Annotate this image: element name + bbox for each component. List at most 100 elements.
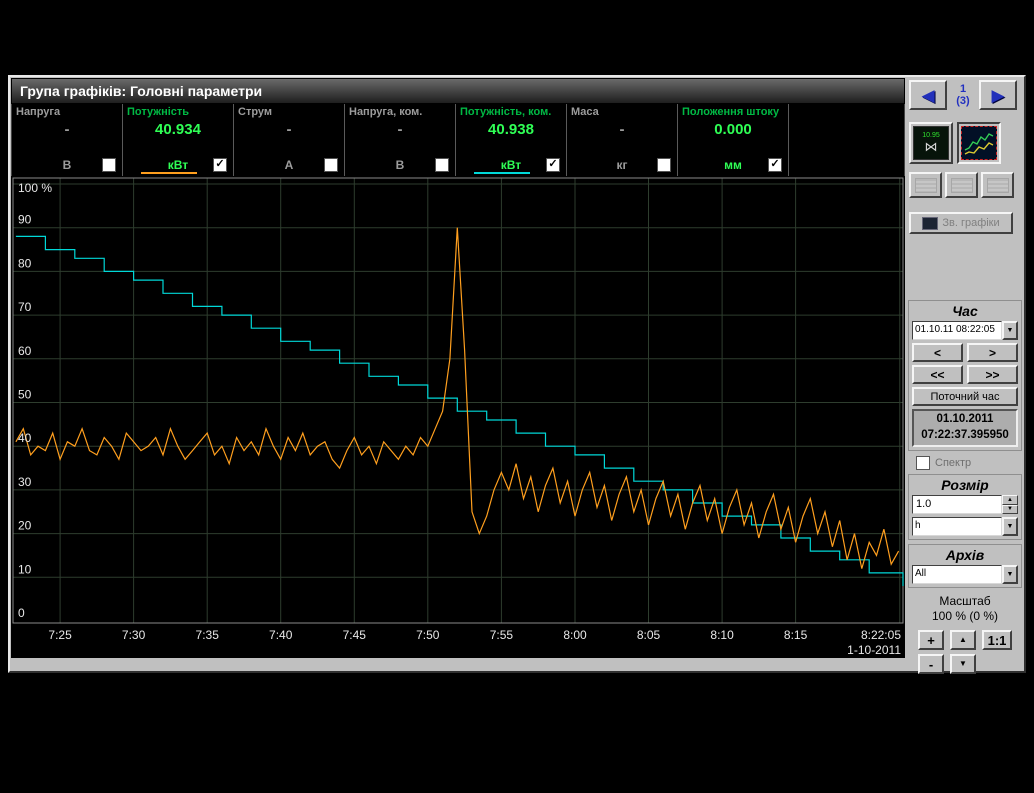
svg-text:8:22:05: 8:22:05 [861, 628, 901, 642]
archive-value[interactable]: All [912, 565, 1002, 584]
pan-down-button[interactable]: ▼ [950, 654, 976, 674]
svg-text:7:25: 7:25 [48, 628, 72, 642]
size-decrease-button[interactable]: ▼ [1002, 505, 1018, 515]
size-spinner: 1.0 ▲ ▼ [912, 495, 1018, 514]
scale-buttons: + ▲ 1:1 - ▼ [908, 630, 1022, 674]
series-color-bar [141, 172, 197, 174]
svg-text:10: 10 [18, 562, 32, 576]
series-color-bar [363, 172, 419, 174]
channel-visibility-checkbox[interactable] [324, 158, 338, 172]
channel-tile: Напруга - В [12, 104, 123, 176]
channel-visibility-checkbox[interactable] [102, 158, 116, 172]
tool-button-3[interactable] [981, 172, 1014, 198]
size-value-field[interactable]: 1.0 [912, 495, 1002, 514]
display-time: 07:22:37.395950 [914, 427, 1016, 443]
channel-footer: А [238, 156, 340, 173]
channel-value: 40.938 [460, 121, 562, 138]
time-jump-back-button[interactable]: << [912, 365, 963, 384]
arrow-left-icon: ◀ [921, 87, 934, 104]
graph-area: Група графіків: Головні параметри Напруг… [10, 77, 906, 671]
svg-text:20: 20 [18, 519, 32, 533]
archive-section-header: Архів [912, 548, 1018, 563]
channel-visibility-checkbox[interactable]: ✓ [768, 158, 782, 172]
size-spin-buttons: ▲ ▼ [1002, 495, 1018, 514]
trend-chart[interactable]: 100 %90807060504030201007:257:307:357:40… [11, 176, 905, 658]
linked-graphs-icon [922, 217, 938, 230]
size-unit-dropdown-button[interactable]: ▼ [1002, 517, 1018, 536]
series-color-bar [585, 172, 641, 174]
time-step-back-button[interactable]: < [912, 343, 963, 362]
channel-visibility-checkbox[interactable] [435, 158, 449, 172]
channel-tile: Потужність 40.934 кВт ✓ [123, 104, 234, 176]
table-icon [951, 178, 973, 193]
svg-text:100 %: 100 % [18, 181, 52, 195]
graphs-view-icon [961, 126, 997, 160]
size-section-header: Розмір [912, 478, 1018, 493]
channel-footer: кВт ✓ [127, 156, 229, 173]
channel-label: Потужність, ком. [460, 106, 562, 118]
tool-button-row [909, 172, 1021, 198]
view-switch-row: 10.95 ⋈ [909, 122, 1021, 164]
chart-area[interactable]: 100 %90807060504030201007:257:307:357:40… [11, 176, 905, 670]
svg-text:40: 40 [18, 431, 32, 445]
spectrum-label: Спектр [935, 457, 971, 469]
time-section: Час 01.10.11 08:22:05 ▼ < > << >> Поточн… [908, 300, 1022, 451]
time-step-row: < > [912, 343, 1018, 362]
display-date: 01.10.2011 [914, 411, 1016, 427]
arrow-right-icon: ▶ [991, 87, 1004, 104]
archive-combo: All ▼ [912, 565, 1018, 584]
svg-text:7:55: 7:55 [490, 628, 514, 642]
zoom-out-button[interactable]: - [918, 654, 944, 674]
window-title: Група графіків: Головні параметри [11, 78, 905, 104]
channel-label: Напруга, ком. [349, 106, 451, 118]
chevron-down-icon: ▼ [1007, 327, 1014, 334]
channel-footer: кг [571, 156, 673, 173]
channel-tile: Струм - А [234, 104, 345, 176]
series-color-bar [474, 172, 530, 174]
channel-footer: В [349, 156, 451, 173]
spectrum-row: Спектр [916, 455, 1022, 470]
current-time-button[interactable]: Поточний час [912, 387, 1018, 406]
time-step-forward-button[interactable]: > [967, 343, 1018, 362]
channel-visibility-checkbox[interactable] [657, 158, 671, 172]
channel-label: Положення штоку [682, 106, 784, 118]
time-combo-dropdown-button[interactable]: ▼ [1002, 321, 1018, 340]
zoom-reset-button[interactable]: 1:1 [982, 630, 1012, 650]
svg-text:8:05: 8:05 [637, 628, 661, 642]
faceplate-view-button[interactable]: 10.95 ⋈ [909, 122, 953, 164]
pan-up-button[interactable]: ▲ [950, 630, 976, 650]
time-combo-value[interactable]: 01.10.11 08:22:05 [912, 321, 1002, 340]
archive-section: Архів All ▼ [908, 544, 1022, 588]
export-icon [987, 178, 1009, 193]
channel-label: Струм [238, 106, 340, 118]
channel-strip: Напруга - В Потужність 40.934 кВт ✓ Стру… [11, 104, 905, 176]
tool-button-1[interactable] [909, 172, 942, 198]
time-section-header: Час [912, 304, 1018, 319]
svg-text:7:30: 7:30 [122, 628, 146, 642]
linked-graphs-button[interactable]: Зв. графіки [909, 212, 1013, 234]
archive-dropdown-button[interactable]: ▼ [1002, 565, 1018, 584]
graphs-view-button[interactable] [957, 122, 1001, 164]
channel-visibility-checkbox[interactable]: ✓ [546, 158, 560, 172]
channel-visibility-checkbox[interactable]: ✓ [213, 158, 227, 172]
spectrum-checkbox[interactable] [916, 456, 930, 470]
svg-text:0: 0 [18, 606, 25, 620]
prev-graph-group-button[interactable]: ◀ [909, 80, 947, 110]
channel-value: - [571, 121, 673, 138]
graph-group-nav: ◀ 1 (3) ▶ [909, 80, 1021, 110]
valve-faceplate-icon: 10.95 ⋈ [913, 126, 949, 160]
graph-group-page-indicator: 1 (3) [949, 83, 977, 107]
channel-tile: Потужність, ком. 40.938 кВт ✓ [456, 104, 567, 176]
series-color-bar [252, 172, 308, 174]
channel-footer: В [16, 156, 118, 173]
spin-down-icon: ▼ [1007, 506, 1013, 512]
size-increase-button[interactable]: ▲ [1002, 495, 1018, 505]
time-jump-forward-button[interactable]: >> [967, 365, 1018, 384]
control-sidebar: ◀ 1 (3) ▶ 10.95 ⋈ [906, 77, 1024, 671]
channel-value: - [238, 121, 340, 138]
channel-unit: кВт [501, 158, 521, 172]
zoom-in-button[interactable]: + [918, 630, 944, 650]
next-graph-group-button[interactable]: ▶ [979, 80, 1017, 110]
tool-button-2[interactable] [945, 172, 978, 198]
size-unit-value[interactable]: h [912, 517, 1002, 536]
